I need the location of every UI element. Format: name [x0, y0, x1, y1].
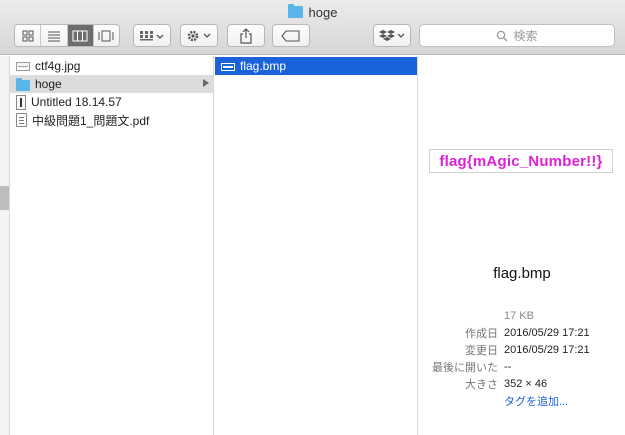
arrange-button[interactable]	[133, 24, 171, 47]
dropbox-button[interactable]	[373, 24, 411, 47]
info-value: 2016/05/29 17:21	[504, 326, 590, 339]
info-value: --	[504, 360, 512, 373]
share-button[interactable]	[227, 24, 265, 47]
browser-column-2: flag.bmp	[215, 56, 418, 435]
action-menu-button[interactable]	[180, 24, 218, 47]
info-value: 352 × 46	[504, 377, 548, 390]
list-icon	[47, 31, 60, 41]
window-title: hoge	[0, 3, 625, 21]
add-tags-link[interactable]: タグを追加...	[504, 393, 568, 409]
file-name: Untitled 18.14.57	[31, 95, 122, 109]
info-row-tags: タグを追加...	[419, 392, 625, 409]
info-size-row: 17 KB	[419, 307, 625, 324]
preview-pane: flag{mAgic_Number!!} flag.bmp 17 KB 作成日 …	[419, 56, 625, 435]
disclosure-arrow-icon	[203, 79, 209, 87]
grid-icon	[22, 30, 34, 41]
file-name: ctf4g.jpg	[35, 59, 81, 73]
sidebar-resize-handle[interactable]	[0, 186, 9, 210]
file-row-pdf[interactable]: 中級問題1_問題文.pdf	[10, 111, 213, 129]
bitmap-file-icon	[221, 62, 235, 71]
window-title-text: hoge	[308, 4, 338, 20]
search-placeholder: 検索	[513, 29, 538, 43]
info-row-last-opened: 最後に開いた --	[419, 358, 625, 375]
info-key: 作成日	[465, 327, 498, 340]
info-size: 17 KB	[504, 309, 534, 322]
arrange-grid-icon	[140, 30, 164, 40]
info-value: 2016/05/29 17:21	[504, 343, 590, 356]
icon-view-button[interactable]	[15, 25, 42, 46]
preview-filename: flag.bmp	[493, 265, 551, 282]
folder-icon	[287, 4, 303, 18]
folder-row-hoge[interactable]: hoge	[10, 75, 213, 93]
search-field[interactable]: 検索	[419, 24, 615, 47]
preview-info: 17 KB 作成日 2016/05/29 17:21 変更日 2016/05/2…	[419, 307, 625, 409]
tag-icon	[281, 29, 300, 42]
image-file-icon	[16, 62, 30, 71]
info-row-created: 作成日 2016/05/29 17:21	[419, 324, 625, 341]
cover-flow-view-button[interactable]	[94, 25, 119, 46]
view-mode-segmented-control	[14, 24, 120, 47]
list-view-button[interactable]	[41, 25, 68, 46]
cover-flow-icon	[98, 30, 114, 41]
columns-icon	[72, 30, 88, 41]
column-view-button[interactable]	[67, 25, 94, 46]
gear-icon	[187, 30, 211, 41]
browser-column-1: ctf4g.jpg hoge Untitled 18.14.57 中級問題1_問…	[10, 56, 214, 435]
search-icon	[497, 30, 508, 41]
toolbar: hoge 検索	[0, 0, 625, 55]
info-row-modified: 変更日 2016/05/29 17:21	[419, 341, 625, 358]
dropbox-icon	[379, 29, 405, 41]
file-name: flag.bmp	[240, 59, 287, 73]
executable-file-icon	[16, 94, 26, 110]
info-key: 大きさ	[465, 378, 498, 391]
file-row-ctf4g[interactable]: ctf4g.jpg	[10, 57, 213, 75]
info-key: 変更日	[465, 344, 498, 357]
file-row-untitled[interactable]: Untitled 18.14.57	[10, 93, 213, 111]
share-icon	[240, 27, 252, 44]
pdf-file-icon	[16, 113, 27, 127]
preview-thumbnail: flag{mAgic_Number!!}	[429, 149, 613, 173]
info-key: 最後に開いた	[432, 361, 498, 374]
file-row-flag-bmp[interactable]: flag.bmp	[215, 57, 417, 75]
folder-icon	[16, 77, 30, 91]
tags-button[interactable]	[272, 24, 310, 47]
file-name: hoge	[35, 77, 62, 91]
info-row-dimensions: 大きさ 352 × 46	[419, 375, 625, 392]
sidebar-collapsed-edge	[0, 56, 10, 435]
file-name: 中級問題1_問題文.pdf	[32, 113, 150, 128]
